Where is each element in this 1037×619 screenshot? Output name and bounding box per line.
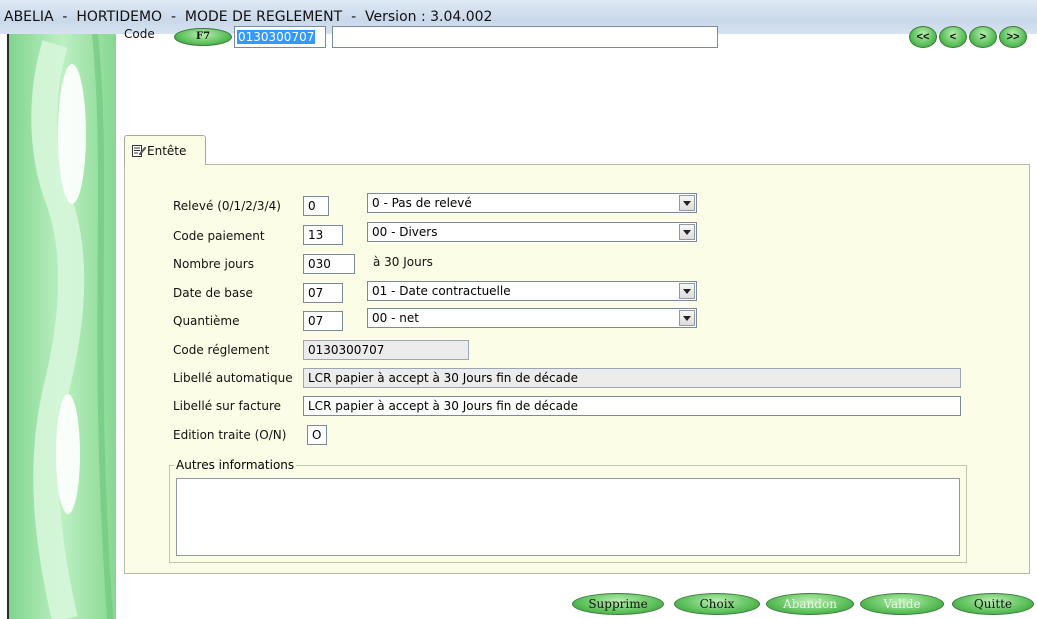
autres-informations-textarea[interactable]	[176, 478, 960, 556]
quantieme-select-value: 00 - net	[372, 311, 419, 325]
code-value: 0130300707	[237, 30, 316, 44]
choix-button[interactable]: Choix	[674, 593, 760, 615]
nombre-jours-label: Nombre jours	[173, 257, 254, 271]
libelle-facture-label: Libellé sur facture	[173, 399, 282, 413]
decorative-stripe	[0, 34, 120, 619]
edition-traite-input[interactable]: O	[307, 425, 327, 445]
autres-informations-group: Autres informations	[169, 458, 967, 563]
quitte-button[interactable]: Quitte	[952, 593, 1034, 615]
abandon-button[interactable]: Abandon	[766, 593, 854, 615]
code-paiement-select-value: 00 - Divers	[372, 225, 438, 239]
chevron-down-icon[interactable]	[679, 195, 695, 211]
code-input[interactable]: 0130300707	[234, 26, 326, 48]
nombre-jours-input[interactable]: 030	[303, 254, 355, 274]
supprime-button[interactable]: Supprime	[572, 593, 664, 615]
libelle-auto-label: Libellé automatique	[173, 371, 293, 385]
valide-button[interactable]: Valide	[860, 593, 944, 615]
libelle-facture-input[interactable]: LCR papier à accept à 30 Jours fin de dé…	[303, 396, 961, 416]
quantieme-select[interactable]: 00 - net	[367, 308, 697, 328]
releve-select[interactable]: 0 - Pas de relevé	[367, 193, 697, 213]
next-record-button[interactable]: >	[969, 26, 997, 48]
last-record-button[interactable]: >>	[999, 26, 1027, 48]
previous-record-button[interactable]: <	[939, 26, 967, 48]
code-reglement-field: 0130300707	[303, 340, 469, 360]
tab-entete-label: Entête	[147, 144, 187, 158]
autres-informations-label: Autres informations	[174, 458, 297, 472]
edit-document-icon	[132, 144, 147, 157]
quantieme-input[interactable]: 07	[303, 311, 343, 331]
f7-button[interactable]: F7	[174, 28, 232, 46]
code-label: Code	[124, 27, 155, 41]
releve-input[interactable]: 0	[303, 196, 329, 216]
code-paiement-input[interactable]: 13	[303, 225, 343, 245]
window-title: ABELIA - HORTIDEMO - MODE DE REGLEMENT -…	[4, 9, 493, 25]
first-record-button[interactable]: <<	[909, 26, 937, 48]
code-reglement-label: Code réglement	[173, 343, 270, 357]
code-paiement-select[interactable]: 00 - Divers	[367, 222, 697, 242]
releve-select-value: 0 - Pas de relevé	[372, 196, 472, 210]
quantieme-label: Quantième	[173, 314, 240, 328]
releve-label: Relevé (0/1/2/3/4)	[173, 199, 281, 213]
code-paiement-label: Code paiement	[173, 229, 265, 243]
libelle-auto-field: LCR papier à accept à 30 Jours fin de dé…	[303, 368, 961, 388]
nombre-jours-suffix: à 30 Jours	[373, 255, 433, 269]
date-base-select[interactable]: 01 - Date contractuelle	[367, 281, 697, 301]
date-base-label: Date de base	[173, 286, 253, 300]
chevron-down-icon[interactable]	[679, 283, 695, 299]
chevron-down-icon[interactable]	[679, 310, 695, 326]
date-base-select-value: 01 - Date contractuelle	[372, 284, 511, 298]
chevron-down-icon[interactable]	[679, 224, 695, 240]
date-base-input[interactable]: 07	[303, 283, 343, 303]
tab-entete[interactable]: Entête	[124, 135, 206, 165]
edition-traite-label: Edition traite (O/N)	[173, 428, 287, 442]
code-description-input[interactable]	[332, 26, 718, 48]
entete-panel: Relevé (0/1/2/3/4) 0 0 - Pas de relevé C…	[124, 164, 1030, 574]
